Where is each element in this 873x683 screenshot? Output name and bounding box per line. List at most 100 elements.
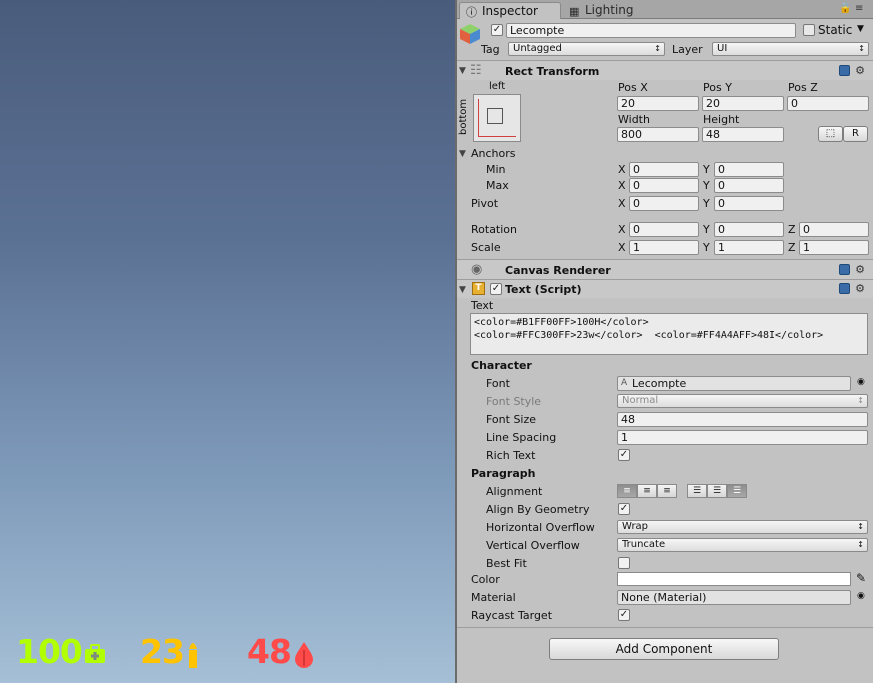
pivot-x-field[interactable]: 0 — [629, 196, 699, 211]
font-asset-icon: A — [621, 378, 628, 388]
canvas-renderer-header[interactable]: ◉ Canvas Renderer ⚙ — [457, 259, 873, 279]
font-size-label: Font Size — [486, 413, 537, 426]
panel-menu-icon[interactable]: ≡ — [855, 3, 863, 14]
game-view: 100 23 48 — [0, 0, 455, 683]
blueprint-mode-button[interactable]: ⬚ — [818, 126, 843, 142]
line-spacing-label: Line Spacing — [486, 431, 557, 444]
posx-field[interactable]: 20 — [617, 96, 699, 111]
raw-edit-button[interactable]: R — [843, 126, 868, 142]
eyedropper-icon[interactable]: ✎ — [856, 571, 866, 585]
medkit-icon — [84, 643, 105, 663]
static-label: Static — [818, 23, 853, 37]
ammo-value: 23 — [140, 632, 185, 671]
tag-dropdown[interactable]: Untagged ↕ — [508, 42, 665, 56]
material-label: Material — [471, 591, 516, 604]
align-middle-button[interactable]: ☰ — [707, 484, 727, 498]
object-picker-icon[interactable]: ◉ — [857, 377, 865, 387]
font-field[interactable]: A Lecompte — [617, 376, 851, 391]
rot-z-field[interactable]: 0 — [799, 222, 869, 237]
posz-label: Pos Z — [788, 81, 818, 94]
gear-icon[interactable]: ⚙ — [855, 263, 865, 276]
max-y-axis: Y — [703, 179, 710, 192]
scale-y-field[interactable]: 1 — [714, 240, 784, 255]
align-left-button[interactable]: ≡ — [617, 484, 637, 498]
add-component-button[interactable]: Add Component — [549, 638, 779, 660]
align-top-button[interactable]: ☰ — [687, 484, 707, 498]
layer-value: UI — [717, 43, 728, 54]
pivot-y-field[interactable]: 0 — [714, 196, 784, 211]
posy-field[interactable]: 20 — [702, 96, 784, 111]
object-header: ✓ Lecompte Static ▼ Tag Untagged ↕ Layer … — [457, 20, 873, 60]
raycast-checkbox[interactable]: ✓ — [618, 609, 630, 621]
text-enabled-checkbox[interactable]: ✓ — [490, 283, 502, 295]
min-x-field[interactable]: 0 — [629, 162, 699, 177]
help-book-icon[interactable] — [839, 283, 851, 294]
anchors-foldout-icon[interactable]: ▼ — [459, 149, 466, 159]
max-x-axis: X — [618, 179, 626, 192]
align-geometry-label: Align By Geometry — [486, 503, 590, 516]
line-spacing-field[interactable]: 1 — [617, 430, 868, 445]
gear-icon[interactable]: ⚙ — [855, 64, 865, 77]
material-field[interactable]: None (Material) — [617, 590, 851, 605]
active-checkbox[interactable]: ✓ — [491, 24, 503, 36]
anchor-bottom-label: bottom — [458, 98, 469, 135]
min-label: Min — [486, 163, 506, 176]
foldout-arrow-icon[interactable]: ▼ — [459, 285, 466, 295]
bullet-icon — [188, 642, 197, 668]
color-swatch[interactable] — [617, 572, 851, 586]
foldout-arrow-icon[interactable]: ▼ — [459, 66, 466, 76]
tab-inspector[interactable]: ⓘ Inspector — [459, 2, 561, 19]
ammo-counter: 23 — [140, 632, 200, 672]
help-book-icon[interactable] — [839, 264, 851, 275]
height-label: Height — [703, 113, 740, 126]
anchor-presets-button[interactable] — [473, 94, 521, 142]
scale-x-field[interactable]: 1 — [629, 240, 699, 255]
raycast-label: Raycast Target — [471, 609, 553, 622]
tab-inspector-label: Inspector — [482, 4, 538, 18]
min-y-field[interactable]: 0 — [714, 162, 784, 177]
layer-dropdown[interactable]: UI ↕ — [712, 42, 869, 56]
h-overflow-dropdown[interactable]: Wrap ↕ — [617, 520, 868, 534]
object-name-field[interactable]: Lecompte — [506, 23, 796, 38]
text-script-header[interactable]: ▼ T ✓ Text (Script) ⚙ — [457, 279, 873, 298]
align-bottom-button[interactable]: ☰ — [727, 484, 747, 498]
best-fit-checkbox[interactable] — [618, 557, 630, 569]
anchors-label: Anchors — [471, 147, 516, 160]
v-overflow-value: Truncate — [622, 539, 666, 550]
rect-transform-header[interactable]: ▼ ☷ Rect Transform ⚙ — [457, 60, 873, 80]
inspector-panel: ⓘ Inspector ▦ Lighting 🔒 ≡ ✓ Lecompte St… — [457, 0, 873, 683]
text-content-area[interactable]: <color=#B1FF00FF>100H</color> <color=#FFC… — [470, 313, 868, 355]
posz-field[interactable]: 0 — [787, 96, 869, 111]
lighting-grid-icon: ▦ — [569, 5, 580, 18]
object-picker-icon[interactable]: ◉ — [857, 591, 865, 601]
rot-y-field[interactable]: 0 — [714, 222, 784, 237]
text-script-title: Text (Script) — [505, 283, 582, 296]
align-right-button[interactable]: ≡ — [657, 484, 677, 498]
help-book-icon[interactable] — [839, 65, 851, 76]
font-style-dropdown[interactable]: Normal ↕ — [617, 394, 868, 408]
font-size-field[interactable]: 48 — [617, 412, 868, 427]
static-checkbox[interactable] — [803, 24, 815, 36]
max-x-field[interactable]: 0 — [629, 178, 699, 193]
static-dropdown-arrow[interactable]: ▼ — [857, 24, 864, 34]
character-heading: Character — [471, 359, 532, 372]
height-field[interactable]: 48 — [702, 127, 784, 142]
paragraph-heading: Paragraph — [471, 467, 536, 480]
text-component-icon: T — [472, 282, 485, 295]
scale-z-field[interactable]: 1 — [799, 240, 869, 255]
v-overflow-dropdown[interactable]: Truncate ↕ — [617, 538, 868, 552]
max-y-field[interactable]: 0 — [714, 178, 784, 193]
rot-x-field[interactable]: 0 — [629, 222, 699, 237]
rich-text-checkbox[interactable]: ✓ — [618, 449, 630, 461]
components-end-divider — [457, 627, 873, 628]
gear-icon[interactable]: ⚙ — [855, 282, 865, 295]
gameobject-cube-icon — [460, 24, 480, 44]
align-center-button[interactable]: ≡ — [637, 484, 657, 498]
text-line-2: <color=#FFC300FF>23w</color> <color=#FF4… — [474, 330, 824, 341]
align-geometry-checkbox[interactable]: ✓ — [618, 503, 630, 515]
tab-lighting[interactable]: ▦ Lighting — [563, 2, 663, 19]
tab-lighting-label: Lighting — [585, 3, 634, 17]
width-field[interactable]: 800 — [617, 127, 699, 142]
text-line-1: <color=#B1FF00FF>100H</color> — [474, 317, 649, 328]
lock-icon[interactable]: 🔒 — [839, 3, 851, 14]
